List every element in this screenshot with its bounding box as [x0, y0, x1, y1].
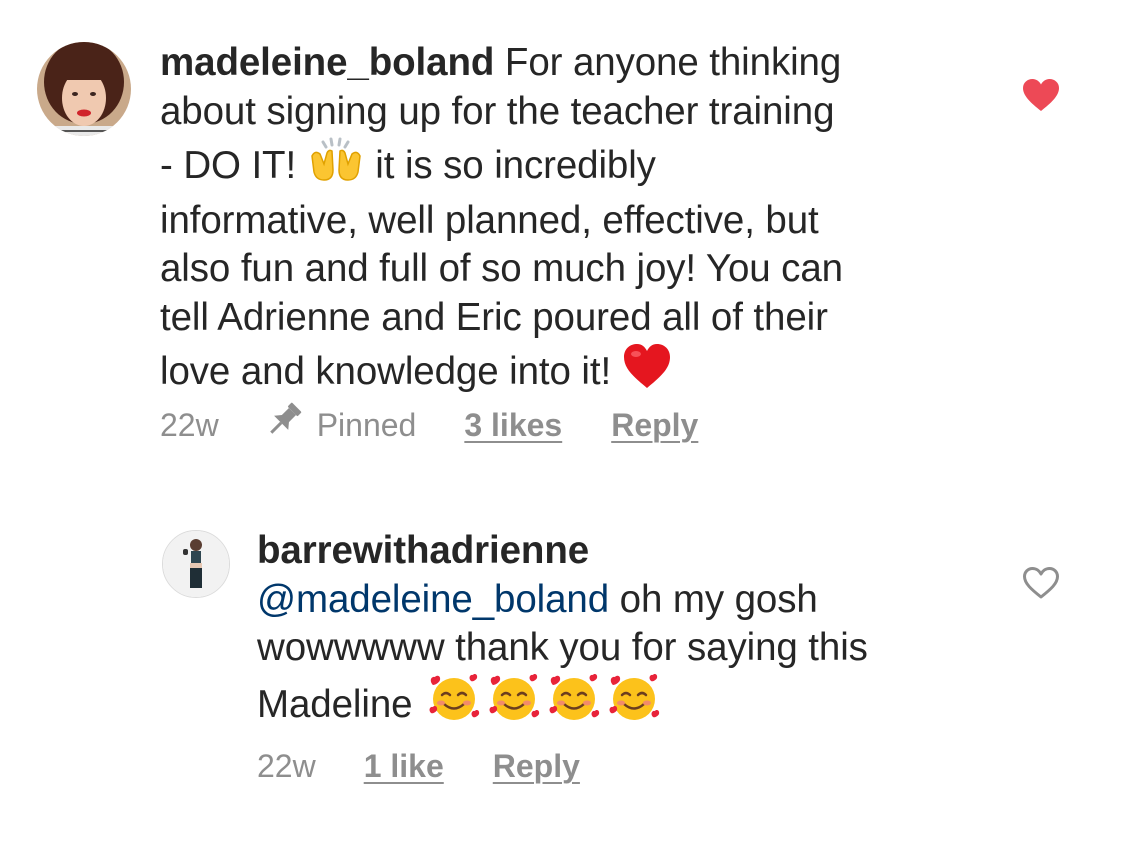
comment-text: barrewithadrienne @madeleine_boland oh m…	[257, 527, 868, 735]
comment-meta: 22w 1 like Reply	[257, 746, 580, 786]
pin-icon	[263, 400, 305, 449]
likes-count[interactable]: 1 like	[364, 746, 444, 786]
comment-text: madeleine_boland For anyone thinking abo…	[160, 39, 843, 403]
reply-button[interactable]: Reply	[493, 746, 580, 786]
like-heart-outline-icon[interactable]	[1022, 566, 1060, 605]
comment-line: - DO IT!	[160, 144, 297, 187]
smiling-face-with-hearts-icon	[427, 672, 665, 736]
comment-line: tell Adrienne and Eric poured all of the…	[160, 295, 828, 339]
comment-username[interactable]: barrewithadrienne	[257, 527, 868, 576]
mention-link[interactable]: @madeleine_boland	[257, 578, 609, 621]
comment-time: 22w	[257, 748, 316, 784]
reply-button[interactable]: Reply	[611, 405, 698, 445]
comment-line: about signing up for the teacher trainin…	[160, 89, 835, 133]
comment-line: love and knowledge into it!	[160, 350, 612, 393]
comment-line: Madeline	[257, 682, 413, 726]
comment-line: oh my gosh	[619, 577, 818, 621]
comment-line: it is so incredibly	[375, 144, 656, 187]
raising-hands-icon	[307, 136, 365, 197]
like-heart-icon[interactable]	[1022, 78, 1060, 117]
comment-line: informative, well planned, effective, bu…	[160, 198, 819, 242]
comment-time: 22w	[160, 406, 219, 443]
comment-line: also fun and full of so much joy! You ca…	[160, 247, 843, 290]
comment-meta: 22w Pinned 3 likes Reply	[160, 400, 698, 449]
comment-line: For anyone thinking	[504, 41, 842, 84]
likes-count[interactable]: 3 likes	[464, 405, 562, 445]
pinned-indicator: Pinned	[263, 400, 417, 449]
pinned-label: Pinned	[316, 406, 417, 443]
comment-username[interactable]: madeleine_boland	[160, 41, 494, 84]
comment-line: wowwwww thank you for saying this	[257, 626, 868, 669]
avatar[interactable]	[37, 42, 131, 136]
red-heart-icon	[622, 342, 672, 403]
avatar[interactable]	[162, 530, 230, 598]
